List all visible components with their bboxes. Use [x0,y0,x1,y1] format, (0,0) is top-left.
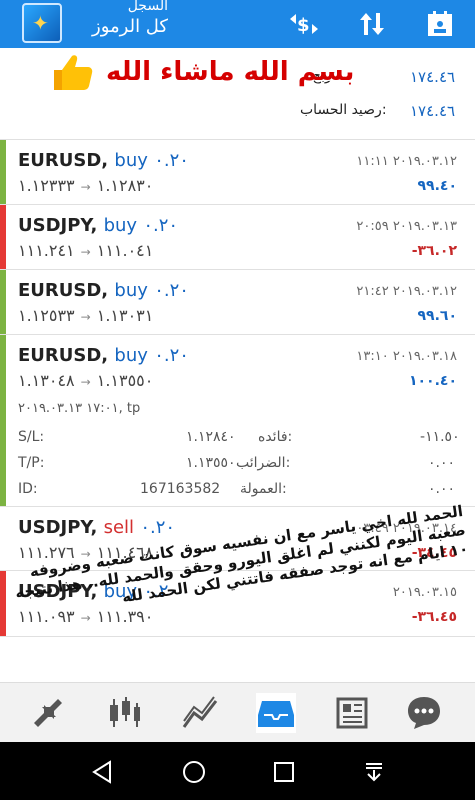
trade-symbol: USDJPY, sell ٠.٢٠ [18,517,176,538]
profit-indicator-bar [0,335,6,506]
trade-date: ٢٠١٩.٠٣.١٢ ٢١:٤٢ [356,284,457,299]
profit-indicator-bar [0,140,6,204]
notification-pull-icon[interactable] [360,758,388,786]
loss-indicator-bar [0,571,6,636]
trade-icon[interactable] [28,693,68,733]
sort-icon[interactable] [352,4,392,44]
trade-date: ٢٠١٩.٠٣.١٢ ١١:١١ [356,154,457,169]
trade-row[interactable]: EURUSD, buy ٠.٢٠ ١.١٣٠٣١→١.١٢٥٣٣ ٢٠١٩.٠٣… [0,270,475,335]
screen-title: السجل [127,0,168,14]
trade-symbol: EURUSD, buy ٠.٢٠ [18,280,189,301]
trade-profit: ٩٩.٤٠ [417,178,458,194]
history-icon[interactable] [256,693,296,733]
trade-profit: -٣٦.٤٥ [411,609,457,625]
back-icon[interactable] [88,758,116,786]
bottom-toolbar [0,682,475,742]
home-icon[interactable] [180,758,208,786]
trade-date: ٢٠١٩.٠٣.١٣ ٢٠:٥٩ [356,219,457,234]
news-icon[interactable] [332,693,372,733]
account-balance-label: رصيد الحساب: [300,102,387,118]
trade-date: ٢٠١٩.٠٣.١٨ ١٣:١٠ [356,349,457,364]
trade-profit: ٩٩.٦٠ [417,308,458,324]
calendar-icon[interactable] [420,4,460,44]
taxes-label: الضرائب: [236,455,291,471]
profit-value: ١٧٤.٤٦ [410,68,456,86]
top-app-bar: ✦ السجل كل الرموز $ [0,0,475,48]
trade-profit: -٣٦.٠٢ [411,243,457,259]
tp-value: ١.١٣٥٥٠ [186,455,236,471]
trade-date: ٢٠١٩.٠٣.١٥ [392,585,457,600]
trade-symbol: USDJPY, buy ٠.٢٠ [18,215,179,236]
currency-exchange-icon[interactable]: $ [284,4,324,44]
account-balance-value: ١٧٤.٤٦ [410,102,456,120]
trade-row[interactable]: USDJPY, buy ٠.٢٠ ١١١.٠٤١→١١١.٢٤١ ٢٠١٩.٠٣… [0,205,475,270]
trade-prices: ١.١٣٥٥٠→١.١٣٠٤٨ [18,371,154,390]
id-label: ID: [18,481,38,497]
interest-value: -١١.٥٠ [420,429,460,445]
trade-prices: ١١١.٠٤١→١١١.٢٤١ [18,241,154,260]
commission-value: ٠.٠٠ [428,481,456,497]
thumbs-up-icon [48,52,94,92]
sl-label: S/L: [18,429,45,445]
system-navigation-bar [0,742,475,800]
commission-label: العمولة: [240,481,287,497]
trade-prices: ١.١٢٨٣٠→١.١٢٣٣٣ [18,176,154,195]
trade-symbol: EURUSD, buy ٠.٢٠ [18,150,189,171]
svg-text:$: $ [297,15,310,36]
symbol-filter[interactable]: كل الرموز [78,16,168,37]
trade-symbol: EURUSD, buy ٠.٢٠ [18,345,189,366]
trade-row-expanded[interactable]: EURUSD, buy ٠.٢٠ ١.١٣٥٥٠→١.١٣٠٤٨ ٢٠١٩.٠٣… [0,335,475,507]
interest-label: فائده: [258,429,293,445]
profit-indicator-bar [0,270,6,334]
analytics-icon[interactable] [180,693,220,733]
chat-icon[interactable] [404,693,444,733]
trade-profit: ١٠٠.٤٠ [408,373,457,389]
indicator-bar [0,507,6,570]
recents-icon[interactable] [270,758,298,786]
close-info: ١٧:٠١ ٢٠١٩.٠٣.١٣, tp [18,401,141,416]
chart-icon[interactable] [104,693,144,733]
app-logo-icon[interactable]: ✦ [22,3,62,43]
tp-label: T/P: [18,455,45,471]
trade-prices: ١.١٣٠٣١→١.١٢٥٣٣ [18,306,154,325]
taxes-value: ٠.٠٠ [428,455,456,471]
loss-indicator-bar [0,205,6,269]
id-value: 167163582 [140,481,221,497]
trade-row[interactable]: EURUSD, buy ٠.٢٠ ١.١٢٨٣٠→١.١٢٣٣٣ ٢٠١٩.٠٣… [0,140,475,205]
sl-value: ١.١٢٨٤٠ [186,429,236,445]
overlay-blessing-text: بسم الله ماشاء الله [106,57,355,87]
